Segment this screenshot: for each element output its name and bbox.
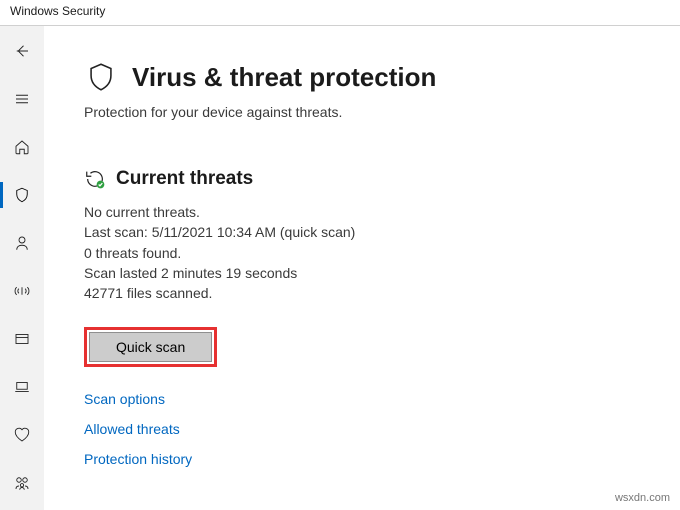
nav-device-security[interactable] bbox=[0, 374, 44, 400]
links-section: Scan options Allowed threats Protection … bbox=[84, 391, 650, 467]
family-icon bbox=[13, 474, 31, 492]
watermark: wsxdn.com bbox=[615, 492, 670, 504]
nav-device-performance[interactable] bbox=[0, 422, 44, 448]
threat-status: No current threats. Last scan: 5/11/2021… bbox=[84, 202, 650, 303]
nav-account-protection[interactable] bbox=[0, 230, 44, 256]
section-header: Current threats bbox=[84, 168, 650, 190]
heart-icon bbox=[13, 426, 31, 444]
sidebar bbox=[0, 26, 44, 510]
laptop-icon bbox=[13, 378, 31, 396]
nav-app-browser-control[interactable] bbox=[0, 326, 44, 352]
link-allowed-threats[interactable]: Allowed threats bbox=[84, 421, 650, 437]
page-subtitle: Protection for your device against threa… bbox=[84, 104, 650, 120]
highlight-box: Quick scan bbox=[84, 327, 217, 367]
section-title: Current threats bbox=[116, 168, 253, 190]
shield-icon bbox=[84, 60, 118, 94]
signal-icon bbox=[13, 282, 31, 300]
nav-firewall[interactable] bbox=[0, 278, 44, 304]
person-icon bbox=[13, 234, 31, 252]
window-title: Windows Security bbox=[10, 4, 105, 18]
main-content: Virus & threat protection Protection for… bbox=[44, 26, 680, 510]
link-scan-options[interactable]: Scan options bbox=[84, 391, 650, 407]
shield-icon bbox=[13, 186, 31, 204]
nav-family-options[interactable] bbox=[0, 470, 44, 496]
menu-icon bbox=[13, 90, 31, 108]
current-threats-icon bbox=[84, 168, 106, 190]
nav-virus-protection[interactable] bbox=[0, 182, 44, 208]
window-titlebar: Windows Security bbox=[0, 0, 680, 26]
app-body: Virus & threat protection Protection for… bbox=[0, 26, 680, 510]
window-icon bbox=[13, 330, 31, 348]
home-icon bbox=[13, 138, 31, 156]
nav-home[interactable] bbox=[0, 134, 44, 160]
page-title: Virus & threat protection bbox=[132, 62, 436, 93]
quick-scan-button[interactable]: Quick scan bbox=[89, 332, 212, 362]
hamburger-menu[interactable] bbox=[0, 86, 44, 112]
status-last-scan: Last scan: 5/11/2021 10:34 AM (quick sca… bbox=[84, 222, 650, 242]
status-files-scanned: 42771 files scanned. bbox=[84, 283, 650, 303]
status-no-threats: No current threats. bbox=[84, 202, 650, 222]
back-button[interactable] bbox=[0, 38, 44, 64]
status-threats-found: 0 threats found. bbox=[84, 243, 650, 263]
link-protection-history[interactable]: Protection history bbox=[84, 451, 650, 467]
page-header: Virus & threat protection bbox=[84, 60, 650, 94]
status-duration: Scan lasted 2 minutes 19 seconds bbox=[84, 263, 650, 283]
arrow-left-icon bbox=[13, 42, 31, 60]
